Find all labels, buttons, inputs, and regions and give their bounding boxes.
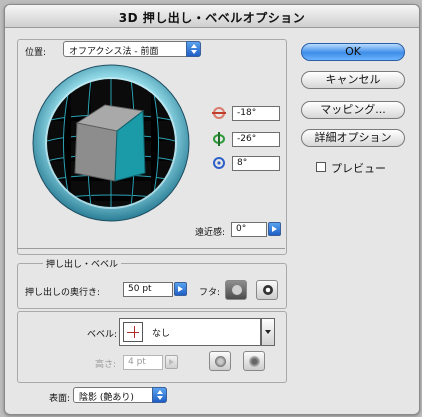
cap-on-button[interactable] — [225, 280, 247, 300]
rotation-y-field[interactable]: -26° — [232, 132, 280, 147]
surface-select[interactable]: 陰影 (艶あり) — [73, 387, 167, 403]
height-field[interactable]: 4 pt — [123, 355, 163, 370]
window-title: 3D 押し出し・ベベルオプション — [118, 11, 306, 25]
height-value: 4 pt — [128, 357, 146, 367]
rotation-z-value: 8° — [237, 158, 248, 168]
bevel-in-button[interactable] — [243, 351, 265, 371]
more-options-button[interactable]: 詳細オプション — [301, 129, 405, 147]
ok-button[interactable]: OK — [301, 43, 405, 61]
rotation-z-field[interactable]: 8° — [232, 156, 280, 171]
cap-label: フタ: — [199, 288, 221, 298]
extrude-depth-field[interactable]: 50 pt — [123, 282, 173, 297]
position-preset-value: オフアクシス法 - 前面 — [69, 47, 159, 57]
bevel-in-icon — [249, 356, 260, 367]
position-preset-select[interactable]: オフアクシス法 - 前面 — [63, 41, 201, 57]
extrude-depth-label: 押し出しの奥行き: — [25, 288, 101, 298]
surface-label: 表面: — [49, 394, 71, 404]
chevron-updown-icon — [152, 387, 167, 403]
rotation-trackball[interactable] — [31, 63, 191, 223]
surface-value: 陰影 (艶あり) — [79, 393, 134, 403]
chevron-down-icon — [265, 330, 271, 334]
bevel-label: ベベル: — [87, 330, 118, 340]
rotate-z-icon — [213, 157, 225, 169]
bevel-select[interactable]: なし — [119, 318, 261, 346]
dialog-window: 3D 押し出し・ベベルオプション 位置: オフアクシス法 - 前面 -18° -… — [4, 4, 420, 415]
bevel-value: なし — [152, 329, 171, 339]
rotation-y-value: -26° — [237, 134, 257, 144]
perspective-value: 0° — [236, 224, 247, 234]
cancel-button[interactable]: キャンセル — [301, 71, 405, 89]
position-label: 位置: — [25, 48, 47, 58]
rotation-x-field[interactable]: -18° — [232, 106, 280, 121]
extrude-group-label: 押し出し・ベベル — [43, 257, 122, 270]
rotation-x-value: -18° — [237, 108, 257, 118]
cap-on-icon — [232, 285, 242, 295]
height-arrow-button[interactable] — [165, 355, 178, 369]
cap-off-button[interactable] — [256, 280, 278, 300]
rotate-y-icon — [213, 132, 225, 146]
title-bar: 3D 押し出し・ベベルオプション — [5, 5, 419, 28]
perspective-arrow-button[interactable] — [268, 222, 281, 236]
bevel-preview-icon — [123, 322, 143, 342]
bevel-out-icon — [215, 356, 226, 367]
extrude-depth-value: 50 pt — [128, 284, 152, 294]
preview-checkbox[interactable] — [316, 162, 326, 172]
bevel-out-button[interactable] — [209, 351, 231, 371]
extrude-depth-arrow-button[interactable] — [174, 282, 187, 296]
mapping-button[interactable]: マッピング... — [301, 101, 405, 119]
cap-off-icon — [263, 285, 273, 295]
bevel-dropdown-button[interactable] — [261, 318, 275, 346]
divider-1 — [17, 248, 285, 249]
height-label: 高さ: — [95, 360, 117, 370]
preview-label: プレビュー — [331, 162, 386, 175]
rotate-x-icon — [212, 107, 226, 119]
perspective-label: 遠近感: — [195, 228, 226, 238]
cube-left-face — [74, 122, 118, 182]
perspective-field[interactable]: 0° — [231, 222, 267, 237]
chevron-updown-icon — [186, 41, 201, 57]
